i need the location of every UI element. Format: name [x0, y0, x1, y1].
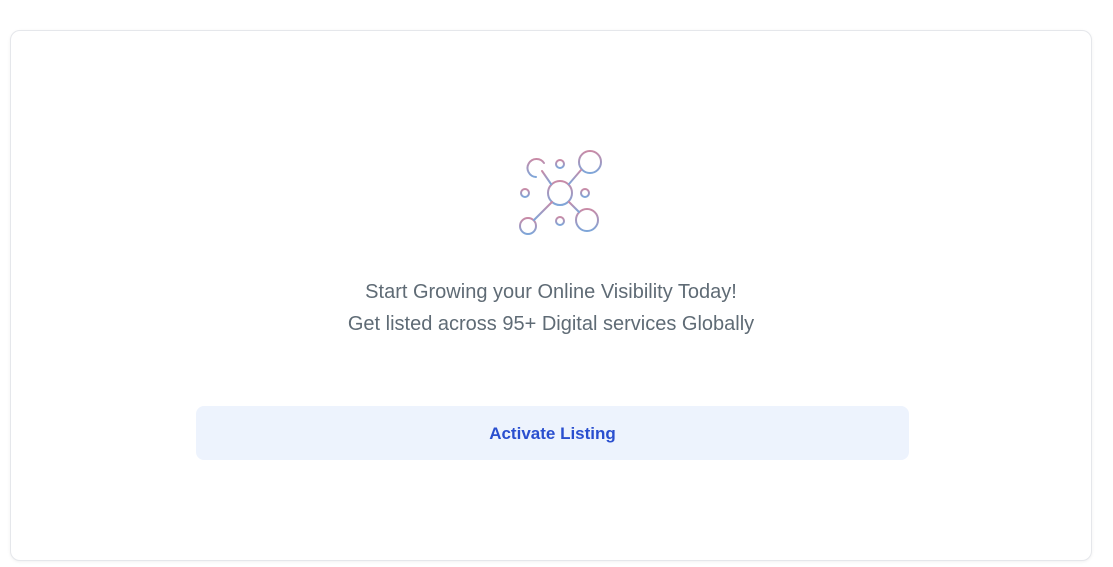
activate-listing-button[interactable]: Activate Listing	[196, 406, 909, 460]
listing-card: Start Growing your Online Visibility Tod…	[10, 30, 1092, 561]
headline: Start Growing your Online Visibility Tod…	[365, 281, 737, 303]
network-nodes-icon	[514, 149, 604, 239]
subheadline: Get listed across 95+ Digital services G…	[347, 313, 755, 335]
